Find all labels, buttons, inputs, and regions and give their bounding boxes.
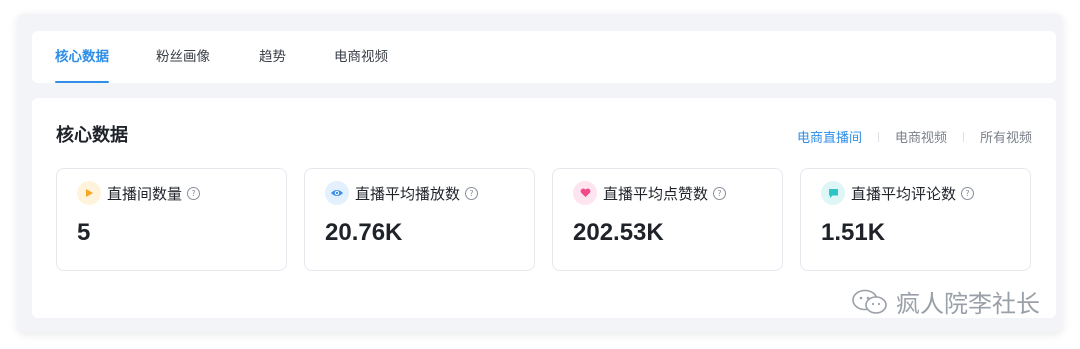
- tab-bar: 核心数据 粉丝画像 趋势 电商视频: [32, 31, 1056, 83]
- metric-card-avg-likes: 直播平均点赞数 ? 202.53K: [552, 168, 783, 271]
- metric-card-live-count: 直播间数量 ? 5: [56, 168, 287, 271]
- tab-core-data[interactable]: 核心数据: [55, 31, 109, 83]
- wechat-icon: [852, 289, 887, 314]
- tab-fan-profile[interactable]: 粉丝画像: [156, 31, 210, 83]
- heart-icon: [573, 181, 597, 205]
- metric-value: 20.76K: [325, 219, 403, 246]
- filter-ecommerce-video[interactable]: 电商视频: [895, 127, 947, 146]
- metric-value: 202.53K: [573, 219, 664, 246]
- filter-group: 电商直播间 电商视频 所有视频: [797, 127, 1032, 146]
- watermark: 疯人院李社长: [850, 284, 1040, 319]
- eye-icon: [325, 181, 349, 205]
- metric-label: 直播平均点赞数: [603, 184, 709, 203]
- help-icon[interactable]: ?: [187, 186, 201, 200]
- divider: [877, 131, 879, 142]
- help-icon[interactable]: ?: [961, 186, 975, 200]
- help-icon[interactable]: ?: [713, 186, 727, 200]
- help-icon[interactable]: ?: [465, 186, 479, 200]
- divider: [962, 131, 964, 142]
- metric-card-avg-comments: 直播平均评论数 ? 1.51K: [800, 168, 1031, 271]
- filter-all-videos[interactable]: 所有视频: [980, 127, 1032, 146]
- watermark-text: 疯人院李社长: [896, 290, 1040, 318]
- tab-trend[interactable]: 趋势: [259, 31, 286, 83]
- metric-label: 直播平均评论数: [851, 184, 957, 203]
- metric-label: 直播平均播放数: [355, 184, 461, 203]
- panel-title: 核心数据: [56, 125, 128, 146]
- comment-icon: [821, 181, 845, 205]
- tab-ecommerce-video[interactable]: 电商视频: [334, 31, 388, 83]
- filter-live-room[interactable]: 电商直播间: [797, 127, 862, 146]
- metric-value: 1.51K: [821, 219, 886, 246]
- metric-value: 5: [77, 219, 91, 246]
- metric-card-avg-views: 直播平均播放数 ? 20.76K: [304, 168, 535, 271]
- play-icon: [77, 181, 101, 205]
- metric-label: 直播间数量: [107, 184, 183, 203]
